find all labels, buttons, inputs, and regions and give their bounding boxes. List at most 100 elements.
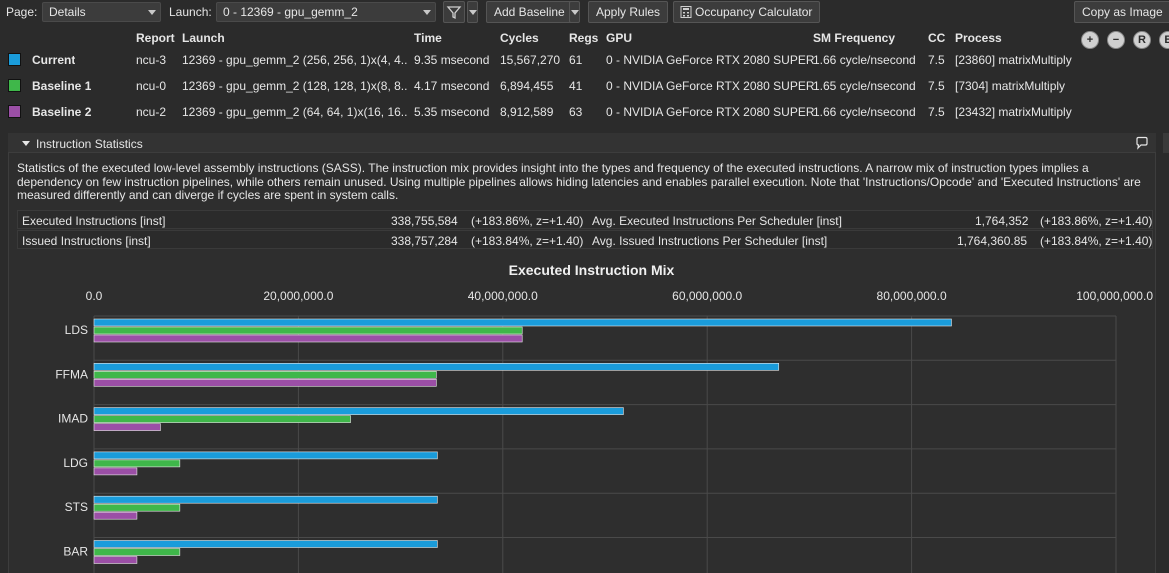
row-regs: 61 xyxy=(569,53,583,67)
remove-result-button[interactable]: − xyxy=(1107,31,1125,49)
color-swatch xyxy=(8,53,21,66)
col-header-process: Process xyxy=(955,31,1002,45)
stat-label-2: Avg. Issued Instructions Per Scheduler [… xyxy=(592,234,828,248)
bar-imad-current xyxy=(93,407,624,415)
bar-lds-baseline-2 xyxy=(93,334,523,343)
row-cycles: 8,912,589 xyxy=(500,105,554,119)
occupancy-calculator-label: Occupancy Calculator xyxy=(695,5,813,19)
launch-label: Launch: xyxy=(169,5,212,19)
row-gpu: 0 - NVIDIA GeForce RTX 2080 SUPER xyxy=(606,79,815,93)
row-report: ncu-2 xyxy=(136,105,167,119)
col-header-sm-frequency: SM Frequency xyxy=(813,31,896,45)
col-header-report: Report xyxy=(136,31,175,45)
row-cc: 7.5 xyxy=(928,105,945,119)
add-result-button[interactable]: + xyxy=(1081,31,1099,49)
row-sm-frequency: 1.66 cycle/nsecond xyxy=(813,53,916,67)
comment-icon[interactable] xyxy=(1135,136,1149,150)
row-process: [23860] matrixMultiply xyxy=(955,53,1072,67)
row-gpu: 0 - NVIDIA GeForce RTX 2080 SUPER xyxy=(606,53,815,67)
bar-imad-baseline-1 xyxy=(93,415,351,423)
row-launch: 12369 - gpu_gemm_2 (256, 256, 1)x(4, 4..… xyxy=(182,53,407,67)
stat-label: Issued Instructions [inst] xyxy=(22,234,151,248)
stat-value: 338,757,284 xyxy=(391,234,458,248)
row-process: [23432] matrixMultiply xyxy=(955,105,1072,119)
page-select[interactable]: Details xyxy=(42,2,161,22)
section-title: Instruction Statistics xyxy=(36,137,143,151)
col-header-cc: CC xyxy=(928,31,946,45)
y-category-label: FFMA xyxy=(55,367,88,381)
stat-label-2: Avg. Executed Instructions Per Scheduler… xyxy=(592,214,842,228)
filter-menu-button[interactable] xyxy=(467,1,478,23)
occupancy-calculator-button[interactable]: Occupancy Calculator xyxy=(673,1,821,23)
col-header-time: Time xyxy=(414,31,442,45)
copy-as-image-button[interactable]: Copy as Image xyxy=(1074,1,1169,23)
bar-ldg-current xyxy=(93,451,438,460)
row-time: 5.35 msecond xyxy=(414,105,490,119)
section-description: Statistics of the executed low-level ass… xyxy=(17,161,1141,202)
row-regs: 41 xyxy=(569,79,583,93)
x-tick-label: 80,000,000.0 xyxy=(877,289,947,303)
row-gpu: 0 - NVIDIA GeForce RTX 2080 SUPER xyxy=(606,105,815,119)
col-header-regs: Regs xyxy=(569,31,599,45)
row-name: Baseline 1 xyxy=(32,79,92,93)
bar-ffma-baseline-2 xyxy=(93,379,437,387)
row-cc: 7.5 xyxy=(928,79,945,93)
launch-select-value: 0 - 12369 - gpu_gemm_2 xyxy=(223,5,358,19)
row-report: ncu-3 xyxy=(136,53,167,67)
stat-value-2: 1,764,360.85 xyxy=(957,234,1028,248)
reset-button[interactable]: R xyxy=(1133,31,1151,49)
row-time: 4.17 msecond xyxy=(414,79,490,93)
chevron-down-icon xyxy=(423,10,431,15)
add-baseline-menu-button[interactable] xyxy=(569,1,580,23)
x-tick-label: 40,000,000.0 xyxy=(468,289,538,303)
row-sm-frequency: 1.66 cycle/nsecond xyxy=(813,105,916,119)
y-category-label: STS xyxy=(65,500,88,514)
x-tick-label: 20,000,000.0 xyxy=(263,289,333,303)
bar-sts-baseline-2 xyxy=(93,511,138,520)
bar-ffma-baseline-1 xyxy=(93,371,437,379)
bar-ldg-baseline-1 xyxy=(93,459,181,468)
bar-bar-current xyxy=(93,540,438,548)
row-time: 9.35 msecond xyxy=(414,53,490,67)
row-cc: 7.5 xyxy=(928,53,945,67)
col-header-launch: Launch xyxy=(182,31,225,45)
row-cycles: 15,567,270 xyxy=(500,53,561,67)
side-panel-handle[interactable] xyxy=(1163,133,1169,153)
row-process: [7304] matrixMultiply xyxy=(955,79,1066,93)
filter-icon xyxy=(446,6,462,20)
calculator-icon xyxy=(680,6,692,18)
row-name: Current xyxy=(32,53,76,67)
chart-title: Executed Instruction Mix xyxy=(508,262,675,278)
filter-button[interactable] xyxy=(443,1,465,23)
stat-row: Issued Instructions [inst] 338,757,284 (… xyxy=(17,230,1153,249)
stat-delta: (+183.86%, z=+1.40) xyxy=(471,214,584,228)
y-category-label: LDG xyxy=(63,456,88,470)
stat-value-2: 1,764,352 xyxy=(975,214,1029,228)
apply-rules-button[interactable]: Apply Rules xyxy=(588,1,669,23)
bar-ldg-baseline-2 xyxy=(93,467,138,476)
y-category-label: IMAD xyxy=(58,412,88,426)
x-tick-label: 100,000,000.0 xyxy=(1076,289,1153,303)
row-cycles: 6,894,455 xyxy=(500,79,554,93)
collapse-triangle-icon[interactable] xyxy=(22,141,30,146)
bar-ffma-current xyxy=(93,363,780,371)
x-tick-label: 0.0 xyxy=(86,289,103,303)
bar-sts-baseline-1 xyxy=(93,503,181,512)
export-button[interactable]: E xyxy=(1159,31,1169,49)
bar-imad-baseline-2 xyxy=(93,423,161,431)
bar-lds-current xyxy=(93,318,952,327)
bar-sts-current xyxy=(93,495,438,504)
row-launch: 12369 - gpu_gemm_2 (128, 128, 1)x(8, 8..… xyxy=(182,79,407,93)
row-launch: 12369 - gpu_gemm_2 (64, 64, 1)x(16, 16..… xyxy=(182,105,407,119)
instruction-mix-chart: 0.0 20,000,000.0 40,000,000.0 60,000,000.0 8… xyxy=(55,289,1153,573)
section-header[interactable] xyxy=(8,133,1156,153)
add-baseline-button[interactable]: Add Baseline xyxy=(486,1,573,23)
color-swatch xyxy=(8,79,21,92)
launch-select[interactable]: 0 - 12369 - gpu_gemm_2 xyxy=(216,2,436,22)
row-regs: 63 xyxy=(569,105,583,119)
page-label: Page: xyxy=(6,5,38,19)
stat-delta-2: (+183.86%, z=+1.40) xyxy=(1040,214,1153,228)
bar-bar-baseline-1 xyxy=(93,548,181,556)
page-select-value: Details xyxy=(49,5,86,19)
row-report: ncu-0 xyxy=(136,79,167,93)
